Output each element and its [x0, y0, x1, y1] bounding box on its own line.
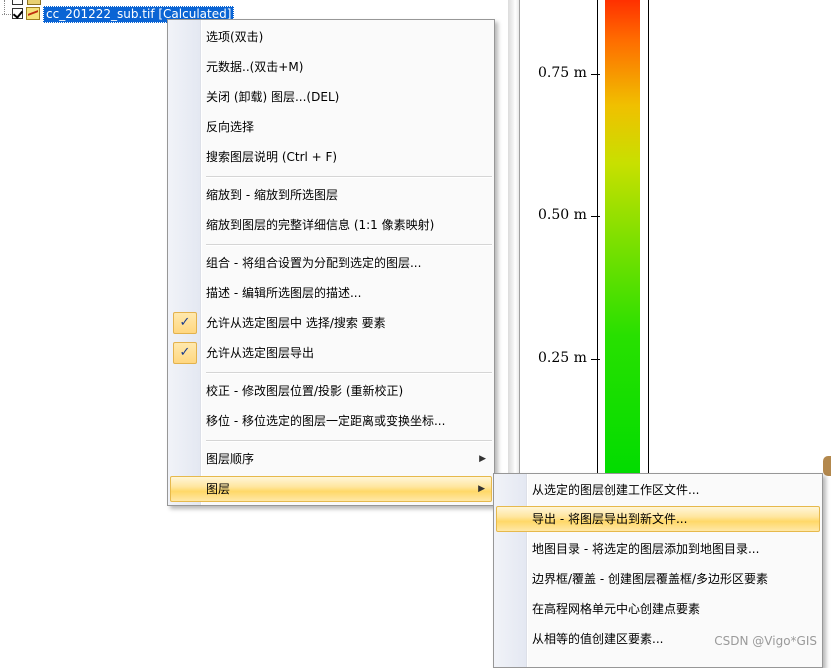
layer-visibility-checkbox[interactable]: [12, 8, 23, 19]
menu-item-invert-selection[interactable]: 反向选择: [170, 114, 492, 140]
menu-item-group[interactable]: 组合 - 将组合设置为分配到选定的图层...: [170, 250, 492, 276]
submenu-arrow-icon: ▶: [478, 484, 485, 494]
menu-item-label: 组合 - 将组合设置为分配到选定的图层...: [206, 256, 422, 270]
menu-item-label: 关闭 (卸载) 图层...(DEL): [206, 90, 340, 104]
menu-item-label: 描述 - 编辑所选图层的描述...: [206, 286, 362, 300]
legend-tick: [591, 74, 600, 75]
map-feature-fragment: [823, 456, 831, 476]
legend-tick: [591, 359, 600, 360]
menu-separator: [206, 372, 492, 374]
menu-item-layer[interactable]: 图层 ▶: [170, 476, 492, 502]
legend-tick-label: 0.75 m: [538, 65, 587, 81]
menu-item-allow-select[interactable]: ✓ 允许从选定图层中 选择/搜索 要素: [170, 310, 492, 336]
menu-item-label: 校正 - 修改图层位置/投影 (重新校正): [206, 384, 404, 398]
tree-previous-row: [0, 0, 60, 5]
legend-tick: [591, 216, 600, 217]
menu-item-label: 从选定的图层创建工作区文件...: [532, 483, 700, 497]
legend-tick-label: 0.25 m: [538, 350, 587, 366]
menu-item-shift[interactable]: 移位 - 移位选定的图层一定距离或变换坐标...: [170, 408, 492, 434]
elevation-color-ramp: [605, 0, 640, 480]
menu-item-allow-export[interactable]: ✓ 允许从选定图层导出: [170, 340, 492, 366]
menu-item-label: 地图目录 - 将选定的图层添加到地图目录...: [532, 542, 760, 556]
menu-item-label: 允许从选定图层中 选择/搜索 要素: [206, 316, 386, 330]
menu-separator: [206, 244, 492, 246]
menu-separator: [206, 176, 492, 178]
menu-item-rectify[interactable]: 校正 - 修改图层位置/投影 (重新校正): [170, 378, 492, 404]
menu-item-label: 边界框/覆盖 - 创建图层覆盖框/多边形区要素: [532, 572, 769, 586]
menu-item-label: 图层: [206, 482, 231, 496]
menu-item-description[interactable]: 描述 - 编辑所选图层的描述...: [170, 280, 492, 306]
menu-item-search-description[interactable]: 搜索图层说明 (Ctrl + F): [170, 144, 492, 170]
menu-item-layer-order[interactable]: 图层顺序 ▶: [170, 446, 492, 472]
menu-item-metadata[interactable]: 元数据..(双击+M): [170, 54, 492, 80]
tree-connector-vertical: [4, 0, 5, 14]
menu-item-label: 元数据..(双击+M): [206, 60, 304, 74]
raster-layer-icon: [26, 7, 40, 20]
checkmark-icon: ✓: [173, 312, 197, 334]
menu-item-label: 选项(双击): [206, 30, 264, 44]
menu-item-label: 搜索图层说明 (Ctrl + F): [206, 150, 338, 164]
menu-item-close-layer[interactable]: 关闭 (卸载) 图层...(DEL): [170, 84, 492, 110]
checkmark-icon: ✓: [173, 342, 197, 364]
menu-item-label: 缩放到图层的完整详细信息 (1:1 像素映射): [206, 218, 435, 232]
submenu-arrow-icon: ▶: [479, 454, 486, 464]
submenu-item-export[interactable]: 导出 - 将图层导出到新文件...: [496, 506, 820, 532]
menu-separator: [206, 440, 492, 442]
menu-item-label: 在高程网格单元中心创建点要素: [532, 602, 701, 616]
legend-tick-label: 0.50 m: [538, 207, 587, 223]
tree-checkbox-partial[interactable]: [12, 0, 23, 5]
menu-item-label: 从相等的值创建区要素...: [532, 632, 664, 646]
submenu-item-create-points[interactable]: 在高程网格单元中心创建点要素: [496, 596, 820, 622]
menu-item-label: 移位 - 移位选定的图层一定距离或变换坐标...: [206, 414, 446, 428]
menu-item-label: 导出 - 将图层导出到新文件...: [532, 512, 688, 526]
menu-item-label: 反向选择: [206, 120, 255, 134]
submenu-item-bounding-box[interactable]: 边界框/覆盖 - 创建图层覆盖框/多边形区要素: [496, 566, 820, 592]
menu-item-label: 允许从选定图层导出: [206, 346, 315, 360]
submenu-item-create-workspace[interactable]: 从选定的图层创建工作区文件...: [496, 477, 820, 503]
menu-item-label: 缩放到 - 缩放到所选图层: [206, 188, 338, 202]
menu-item-zoom-to-layer[interactable]: 缩放到 - 缩放到所选图层: [170, 182, 492, 208]
menu-item-options[interactable]: 选项(双击): [170, 24, 492, 50]
watermark: CSDN @Vigo*GIS: [714, 634, 817, 648]
layer-context-menu: 选项(双击) 元数据..(双击+M) 关闭 (卸载) 图层...(DEL) 反向…: [167, 19, 495, 506]
layer-icon-partial: [27, 0, 41, 5]
submenu-item-map-catalog[interactable]: 地图目录 - 将选定的图层添加到地图目录...: [496, 536, 820, 562]
menu-item-zoom-full-detail[interactable]: 缩放到图层的完整详细信息 (1:1 像素映射): [170, 212, 492, 238]
menu-item-label: 图层顺序: [206, 452, 255, 466]
